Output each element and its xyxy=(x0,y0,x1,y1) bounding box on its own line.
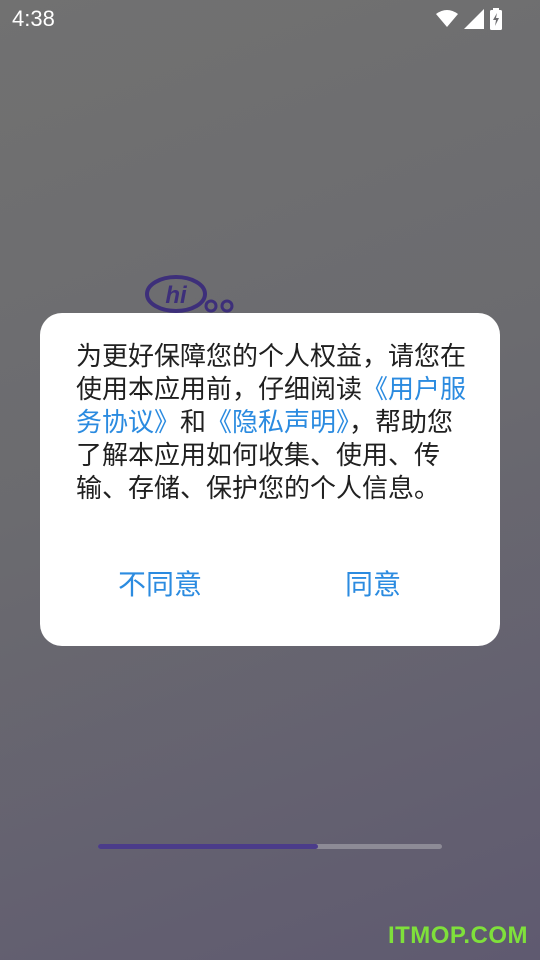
battery-charging-icon xyxy=(490,8,502,30)
privacy-statement-link[interactable]: 《隐私声明》 xyxy=(206,408,349,438)
privacy-consent-dialog: 为更好保障您的个人权益，请您在使用本应用前，仔细阅读《用户服务协议》和《隐私声明… xyxy=(40,313,500,646)
signal-icon xyxy=(464,9,484,29)
loading-progress-bar xyxy=(98,844,442,849)
message-and: 和 xyxy=(180,408,207,438)
disagree-button[interactable]: 不同意 xyxy=(118,563,202,603)
status-bar: 4:38 xyxy=(0,0,540,38)
wifi-icon xyxy=(436,10,458,27)
dialog-message: 为更好保障您的个人权益，请您在使用本应用前，仔细阅读《用户服务协议》和《隐私声明… xyxy=(76,341,468,506)
status-icons xyxy=(436,8,502,30)
watermark: ITMOP.COM xyxy=(387,922,528,949)
logo-text: hi xyxy=(165,282,188,309)
loading-progress-fill xyxy=(98,844,319,849)
agree-button[interactable]: 同意 xyxy=(345,563,401,603)
status-time: 4:38 xyxy=(12,6,55,31)
